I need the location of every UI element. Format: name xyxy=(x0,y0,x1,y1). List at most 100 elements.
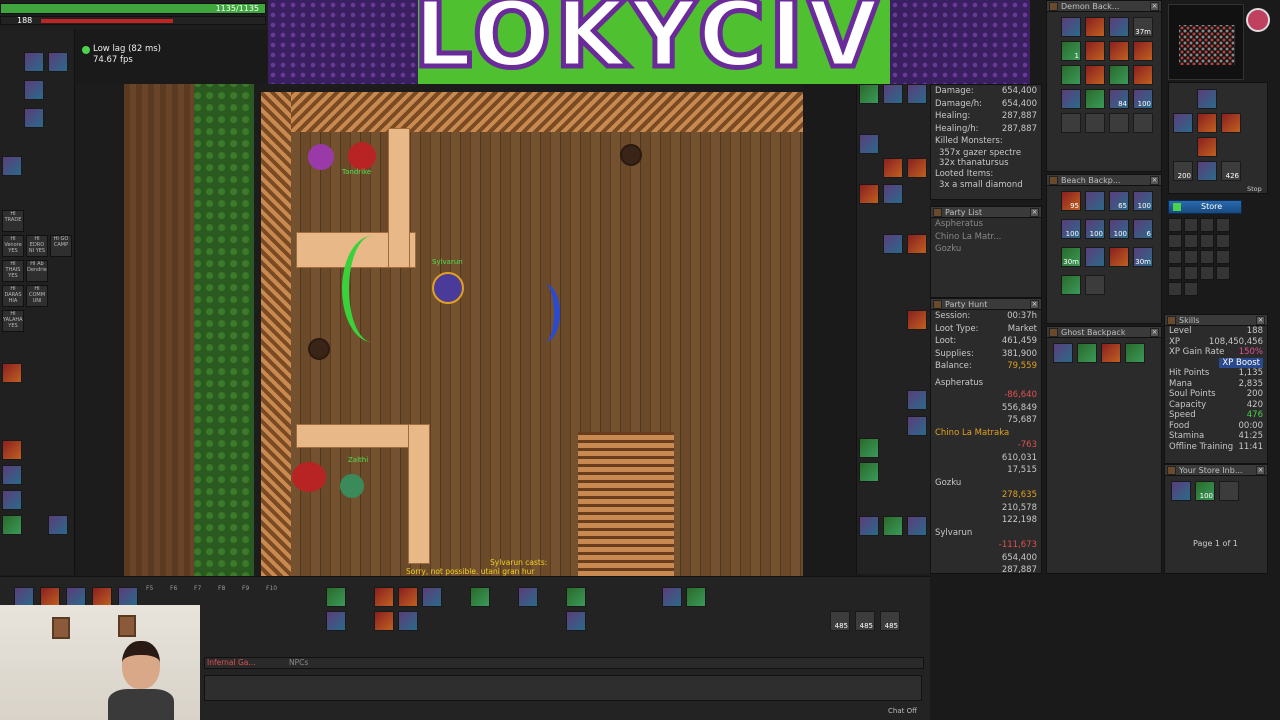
container-slot[interactable] xyxy=(1077,343,1097,363)
container-slot[interactable] xyxy=(1133,41,1153,61)
action-icon[interactable] xyxy=(859,462,879,482)
action-icon[interactable] xyxy=(859,516,879,536)
hotbar-slot[interactable] xyxy=(662,587,682,607)
container-slot[interactable]: 100 xyxy=(1133,191,1153,211)
hotbar-slot[interactable] xyxy=(374,587,394,607)
control-button[interactable] xyxy=(1168,234,1182,248)
container-slot[interactable] xyxy=(1085,191,1105,211)
action-icon[interactable] xyxy=(859,134,879,154)
container-slot[interactable] xyxy=(1061,275,1081,295)
hotbar-slot[interactable] xyxy=(422,587,442,607)
spell-icon[interactable] xyxy=(2,156,22,176)
npc-character[interactable] xyxy=(340,474,364,498)
container-slot[interactable]: 100 xyxy=(1109,219,1129,239)
close-icon[interactable]: × xyxy=(1030,300,1039,309)
control-button[interactable] xyxy=(1216,266,1230,280)
party-member[interactable]: Aspheratus xyxy=(931,218,1041,231)
hotkey-button-daras[interactable]: HI DARAS HIA xyxy=(2,285,24,307)
control-button[interactable] xyxy=(1168,250,1182,264)
container-slot[interactable] xyxy=(1133,113,1153,133)
action-icon[interactable] xyxy=(859,184,879,204)
close-icon[interactable]: × xyxy=(1150,328,1159,337)
hotbar-slot[interactable] xyxy=(686,587,706,607)
hotkey-button-trade[interactable]: HI TRADE xyxy=(2,210,24,232)
npc-character[interactable] xyxy=(292,462,326,492)
xp-boost-button[interactable]: XP Boost xyxy=(1165,357,1267,368)
container-slot[interactable]: 65 xyxy=(1109,191,1129,211)
control-button[interactable] xyxy=(1184,282,1198,296)
control-button[interactable] xyxy=(1184,234,1198,248)
hotbar-slot[interactable] xyxy=(326,587,346,607)
control-button[interactable] xyxy=(1200,266,1214,280)
container-slot[interactable]: 100 xyxy=(1195,481,1215,501)
control-button[interactable] xyxy=(1200,250,1214,264)
action-icon[interactable] xyxy=(907,310,927,330)
container-slot[interactable] xyxy=(1061,17,1081,37)
hotkey-button-edro[interactable]: HI EDRO NI YES xyxy=(26,235,48,257)
control-button[interactable] xyxy=(1184,218,1198,232)
control-button[interactable] xyxy=(1184,250,1198,264)
spell-icon[interactable] xyxy=(24,52,44,72)
stop-button[interactable]: Stop xyxy=(1247,185,1262,193)
container-slot[interactable]: 30m xyxy=(1061,247,1081,267)
hotkey-button-camp[interactable]: HI GO CAMP xyxy=(50,235,72,257)
chat-off-button[interactable]: Chat Off xyxy=(888,707,917,715)
container-slot[interactable] xyxy=(1085,89,1105,109)
hotbar-slot[interactable] xyxy=(398,611,418,631)
container-slot[interactable] xyxy=(1109,17,1129,37)
container-slot[interactable] xyxy=(1109,113,1129,133)
chat-tab-npcs[interactable]: NPCs xyxy=(289,658,308,668)
container-slot[interactable] xyxy=(1109,41,1129,61)
hotbar-slot[interactable] xyxy=(66,587,86,607)
hotkey-button-yalahar[interactable]: HI YALAHAR YES xyxy=(2,310,24,332)
control-button[interactable] xyxy=(1216,250,1230,264)
hotbar-slot[interactable]: 485 xyxy=(830,611,850,631)
action-icon[interactable] xyxy=(883,84,903,104)
hotkey-button-comm[interactable]: HI COMM UNI xyxy=(26,285,48,307)
control-button[interactable] xyxy=(1200,234,1214,248)
container-slot[interactable] xyxy=(1125,343,1145,363)
action-icon[interactable] xyxy=(907,390,927,410)
control-button[interactable] xyxy=(1216,218,1230,232)
npc-character[interactable] xyxy=(308,144,334,170)
minimap[interactable] xyxy=(1168,4,1244,80)
hotbar-slot[interactable] xyxy=(40,587,60,607)
container-slot[interactable] xyxy=(1085,247,1105,267)
close-icon[interactable]: × xyxy=(1256,316,1265,325)
chat-input[interactable] xyxy=(204,675,922,701)
container-slot[interactable] xyxy=(1133,65,1153,85)
item-icon[interactable] xyxy=(2,490,22,510)
store-button[interactable]: Store xyxy=(1168,200,1242,214)
container-slot[interactable] xyxy=(1085,275,1105,295)
container-slot[interactable] xyxy=(1085,17,1105,37)
hotbar-slot[interactable] xyxy=(566,611,586,631)
container-slot[interactable] xyxy=(1109,247,1129,267)
hotbar-slot[interactable] xyxy=(118,587,138,607)
action-icon[interactable] xyxy=(859,84,879,104)
action-icon[interactable] xyxy=(907,84,927,104)
container-slot[interactable]: 100 xyxy=(1061,219,1081,239)
hotbar-slot[interactable] xyxy=(326,611,346,631)
container-slot[interactable]: 84 xyxy=(1109,89,1129,109)
hotkey-button-abdendriel[interactable]: HI Ab Dendriel xyxy=(26,260,48,282)
item-icon[interactable] xyxy=(2,465,22,485)
hotbar-slot[interactable] xyxy=(14,587,34,607)
hotbar-slot[interactable] xyxy=(398,587,418,607)
game-world[interactable]: Tandrike Sylvarun Zalthi Sylvarun casts:… xyxy=(76,84,803,576)
hotbar-slot[interactable] xyxy=(470,587,490,607)
control-button[interactable] xyxy=(1168,266,1182,280)
party-member[interactable]: Chino La Matr... xyxy=(931,231,1041,244)
hotbar-slot[interactable]: 485 xyxy=(855,611,875,631)
close-icon[interactable]: × xyxy=(1030,208,1039,217)
action-icon[interactable] xyxy=(859,438,879,458)
close-icon[interactable]: × xyxy=(1256,466,1265,475)
container-slot[interactable] xyxy=(1101,343,1121,363)
equipment-slot[interactable] xyxy=(1197,137,1217,157)
container-slot[interactable]: 1 xyxy=(1061,41,1081,61)
container-slot[interactable] xyxy=(1109,65,1129,85)
container-slot[interactable] xyxy=(1171,481,1191,501)
container-slot[interactable] xyxy=(1085,41,1105,61)
container-slot[interactable] xyxy=(1085,65,1105,85)
hotbar-slot[interactable] xyxy=(518,587,538,607)
spell-icon[interactable] xyxy=(24,80,44,100)
